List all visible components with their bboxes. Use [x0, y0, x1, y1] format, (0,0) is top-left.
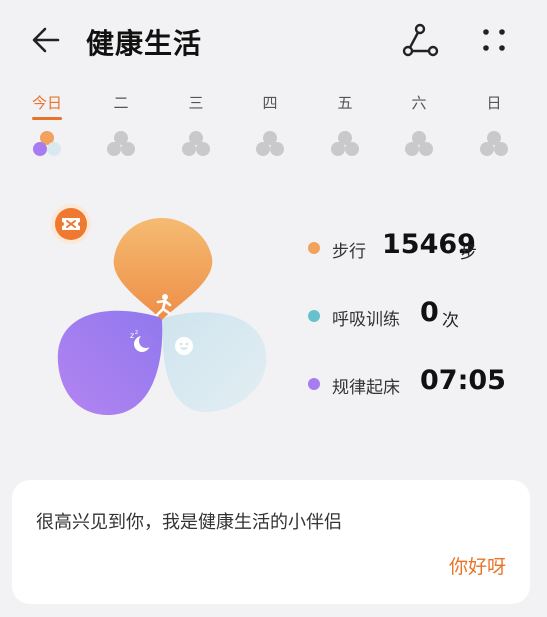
arrow-left-icon: [32, 27, 60, 53]
breathing-stat[interactable]: 呼吸训练 0 次: [308, 297, 508, 337]
steps-label: 步行: [332, 242, 366, 262]
day-tab-sun[interactable]: 日: [464, 92, 524, 159]
steps-unit: 步: [460, 243, 477, 263]
smile-face-icon: [175, 337, 193, 355]
day-label: 四: [262, 94, 278, 112]
activity-petals-icon: [405, 131, 433, 156]
activity-petals-icon: [331, 131, 359, 156]
share-nodes-icon: [402, 23, 439, 57]
day-label: 六: [411, 94, 427, 112]
breathing-unit: 次: [442, 311, 459, 331]
day-tab-sat[interactable]: 六: [389, 92, 449, 159]
reply-button[interactable]: 你好呀: [449, 552, 506, 579]
day-label: 今日: [31, 94, 62, 112]
day-label: 三: [188, 94, 204, 112]
more-button[interactable]: [474, 20, 514, 60]
activity-petals-icon: [107, 131, 135, 156]
breathing-dot: [308, 310, 320, 322]
top-bar: 健康生活: [0, 0, 547, 80]
activity-petals-chart[interactable]: z z: [50, 212, 280, 422]
activity-petals-icon: [480, 131, 508, 156]
page-title: 健康生活: [86, 27, 203, 60]
svg-text:z: z: [135, 329, 138, 336]
activity-petals-icon: [182, 131, 210, 156]
activity-petals-icon: [33, 131, 61, 156]
steps-stat[interactable]: 步行 15469 步: [308, 229, 508, 269]
steps-dot: [308, 242, 320, 254]
activity-petals-icon: [256, 131, 284, 156]
wake-value: 07:05: [420, 365, 506, 396]
breathing-label: 呼吸训练: [332, 310, 400, 330]
back-button[interactable]: [28, 22, 64, 58]
day-tab-thu[interactable]: 四: [240, 92, 300, 159]
day-label: 五: [337, 94, 353, 112]
greeting-message: 很高兴见到你，我是健康生活的小伴侣: [36, 512, 342, 533]
sleep-petal: [57, 310, 163, 415]
day-label: 二: [113, 94, 129, 112]
day-selector: 今日 二 三 四 五 六 日: [0, 92, 547, 172]
day-tab-today[interactable]: 今日: [17, 92, 77, 159]
day-tab-wed[interactable]: 三: [166, 92, 226, 159]
day-label: 日: [486, 94, 502, 112]
wake-stat[interactable]: 规律起床 07:05: [308, 365, 508, 405]
wake-dot: [308, 378, 320, 390]
active-day-indicator: [32, 117, 62, 120]
more-dots-icon: [483, 29, 505, 51]
greeting-card: 很高兴见到你，我是健康生活的小伴侣 你好呀: [12, 480, 530, 604]
day-tab-fri[interactable]: 五: [315, 92, 375, 159]
breathing-value: 0: [420, 297, 439, 328]
share-button[interactable]: [400, 20, 440, 60]
day-tab-tue[interactable]: 二: [91, 92, 151, 159]
breathing-petal: [162, 312, 267, 412]
svg-text:z: z: [130, 331, 134, 340]
wake-label: 规律起床: [332, 378, 400, 398]
